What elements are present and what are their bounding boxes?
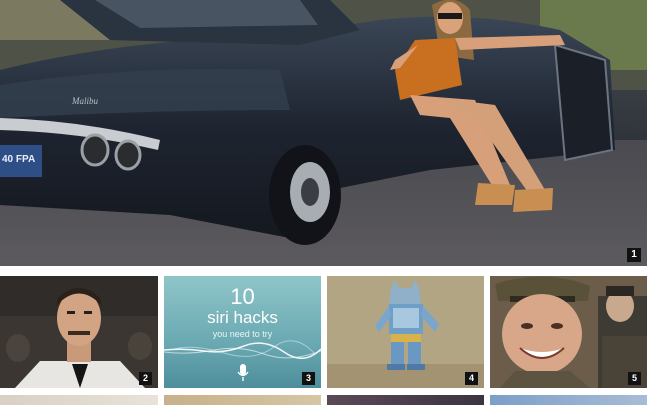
thumbnail-photo [490, 276, 647, 388]
thumbnail-photo [327, 276, 484, 388]
hero-photo [0, 0, 647, 266]
hero-car-script: Malibu [72, 96, 98, 106]
hero-photo-tile[interactable]: 40 FPA Malibu 1 [0, 0, 647, 266]
thumbnail-photo [0, 276, 158, 388]
next-row-tile-partial[interactable] [164, 395, 321, 405]
thumbnail-tile-3[interactable]: 10 siri hacks you need to try 3 [164, 276, 321, 388]
tile-number-badge: 5 [628, 372, 641, 385]
next-row-tile-partial[interactable] [327, 395, 484, 405]
thumbnail-tile-2[interactable]: 2 [0, 276, 158, 388]
next-row-tile-partial[interactable] [0, 395, 158, 405]
tile-number-badge: 1 [627, 248, 641, 262]
hero-plate-text: 40 FPA [2, 154, 36, 165]
microphone-icon [237, 364, 249, 381]
tile-number-badge: 2 [139, 372, 152, 385]
tile-number-badge: 4 [465, 372, 478, 385]
tile-number-badge: 3 [302, 372, 315, 385]
thumbnail-tile-5[interactable]: 5 [490, 276, 647, 388]
next-row-tile-partial[interactable] [490, 395, 647, 405]
thumbnail-tile-4[interactable]: 4 [327, 276, 484, 388]
